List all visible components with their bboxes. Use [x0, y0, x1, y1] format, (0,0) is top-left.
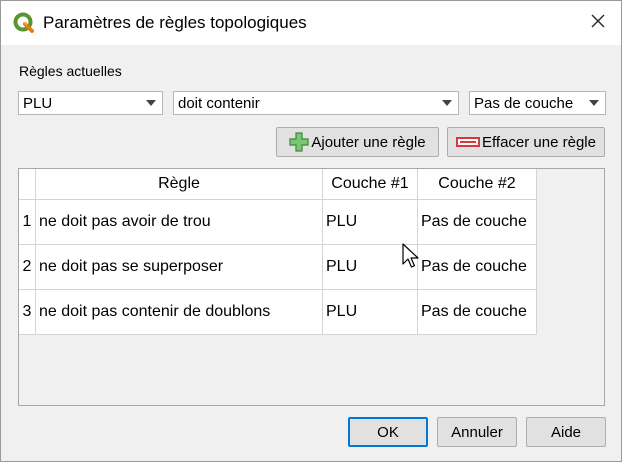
table-cell-rule[interactable]: ne doit pas se superposer [36, 245, 323, 290]
layer-select[interactable]: PLU [18, 91, 163, 115]
close-button[interactable] [575, 1, 621, 45]
table-corner [19, 169, 36, 200]
column-header-layer1[interactable]: Couche #1 [323, 169, 418, 200]
table-cell-layer2[interactable]: Pas de couche [418, 290, 537, 335]
mouse-pointer-icon [402, 243, 420, 273]
table-cell-rule[interactable]: ne doit pas avoir de trou [36, 200, 323, 245]
chevron-down-icon [146, 100, 156, 106]
current-rules-label: Règles actuelles [19, 63, 122, 79]
target-layer-select-value: Pas de couche [474, 95, 574, 112]
ok-button[interactable]: OK [348, 417, 428, 447]
target-layer-select[interactable]: Pas de couche [469, 91, 606, 115]
help-button[interactable]: Aide [526, 417, 606, 447]
dialog-window: Paramètres de règles topologiques Règles… [0, 0, 622, 462]
add-rule-label: Ajouter une règle [311, 133, 426, 151]
dialog-title: Paramètres de règles topologiques [43, 13, 307, 32]
qgis-logo-icon [13, 12, 35, 34]
minus-icon [456, 135, 481, 149]
delete-rule-label: Effacer une règle [482, 133, 596, 151]
column-header-rule[interactable]: Règle [36, 169, 323, 200]
table-cell-rule[interactable]: ne doit pas contenir de doublons [36, 290, 323, 335]
delete-rule-button[interactable]: Effacer une règle [447, 127, 605, 157]
cancel-button[interactable]: Annuler [437, 417, 517, 447]
table-cell-layer2[interactable]: Pas de couche [418, 200, 537, 245]
rules-table: Règle Couche #1 Couche #2 1 ne doit pas … [18, 168, 605, 406]
row-number[interactable]: 1 [19, 200, 36, 245]
table-cell-layer1[interactable]: PLU [323, 200, 418, 245]
rule-select[interactable]: doit contenir [173, 91, 459, 115]
row-number[interactable]: 3 [19, 290, 36, 335]
chevron-down-icon [589, 100, 599, 106]
row-number[interactable]: 2 [19, 245, 36, 290]
layer-select-value: PLU [23, 95, 53, 112]
column-header-layer2[interactable]: Couche #2 [418, 169, 537, 200]
close-icon [591, 14, 605, 32]
title-bar: Paramètres de règles topologiques [1, 1, 621, 45]
plus-icon [289, 132, 309, 152]
add-rule-button[interactable]: Ajouter une règle [276, 127, 439, 157]
chevron-down-icon [442, 100, 452, 106]
table-cell-layer1[interactable]: PLU [323, 290, 418, 335]
rule-select-value: doit contenir [178, 95, 260, 112]
table-cell-layer2[interactable]: Pas de couche [418, 245, 537, 290]
